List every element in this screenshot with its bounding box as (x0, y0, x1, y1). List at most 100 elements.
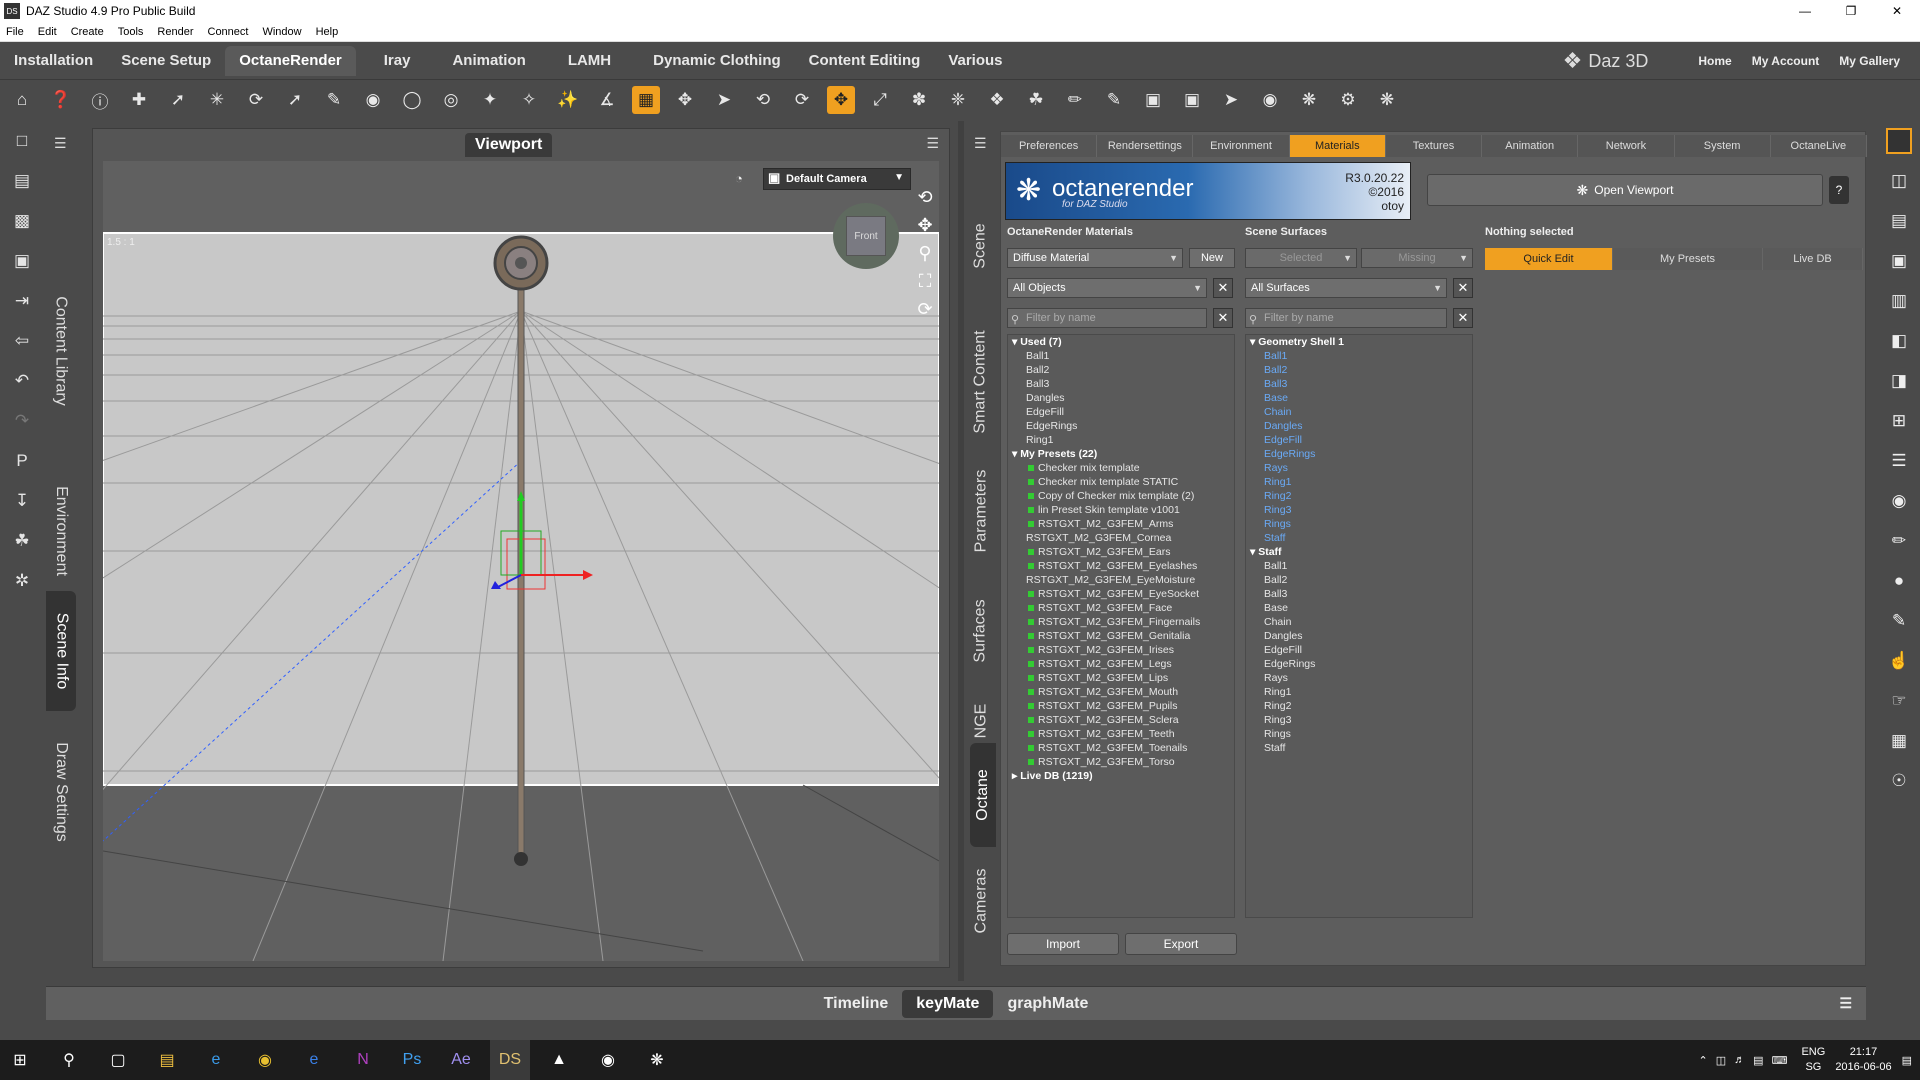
frame-icon[interactable]: ⛶ (915, 271, 935, 299)
reset-view-icon[interactable]: ⟳ (915, 299, 935, 327)
tree-item[interactable]: Ball3 (1008, 377, 1234, 391)
tab-cameras[interactable]: Cameras (966, 841, 996, 961)
morph-icon[interactable]: ❈ (944, 86, 972, 114)
tree-item[interactable]: Ball1 (1008, 349, 1234, 363)
brush-tool-icon[interactable]: ✏ (1878, 521, 1920, 561)
tree-item[interactable]: Dangles (1008, 391, 1234, 405)
material-name-filter[interactable]: ⚲ Filter by name (1007, 308, 1207, 328)
menu-edit[interactable]: Edit (31, 26, 64, 38)
viewport-menu-icon[interactable]: ☰ (926, 135, 939, 152)
notification-icon[interactable]: ▤ (1753, 1054, 1763, 1067)
layout-tab-octanerender[interactable]: OctaneRender (225, 45, 356, 76)
universal-tool-icon[interactable]: ✥ (671, 86, 699, 114)
photoshop-icon[interactable]: Ps (392, 1040, 432, 1080)
tree-item[interactable]: RSTGXT_M2_G3FEM_Teeth (1008, 727, 1234, 741)
spot-render-icon[interactable]: ✧ (515, 86, 543, 114)
search-icon[interactable]: ⚲ (49, 1040, 89, 1080)
surface-name-filter[interactable]: ⚲ Filter by name (1245, 308, 1447, 328)
pan-icon[interactable]: ✥ (915, 215, 935, 243)
save-icon[interactable]: ▣ (0, 241, 44, 281)
tab-octanelive[interactable]: OctaneLive (1771, 135, 1867, 157)
tree-item[interactable]: Chain (1246, 405, 1472, 419)
tree-item[interactable]: RSTGXT_M2_G3FEM_Sclera (1008, 713, 1234, 727)
zoom-icon[interactable]: ⚲ (915, 243, 935, 271)
pose-tool-icon[interactable]: ✎ (320, 86, 348, 114)
tab-rendersettings[interactable]: Rendersettings (1097, 135, 1194, 157)
onenote-icon[interactable]: N (343, 1040, 383, 1080)
region-tool-icon[interactable]: ◯ (398, 86, 426, 114)
tree-item[interactable]: RSTGXT_M2_G3FEM_Cornea (1008, 531, 1234, 545)
ie-icon[interactable]: e (196, 1040, 236, 1080)
tree-item[interactable]: RSTGXT_M2_G3FEM_EyeSocket (1008, 587, 1234, 601)
surface-tool-icon[interactable]: ◎ (437, 86, 465, 114)
tree-item[interactable]: Dangles (1246, 629, 1472, 643)
tree-item[interactable]: RSTGXT_M2_G3FEM_Pupils (1008, 699, 1234, 713)
render-camera-icon[interactable]: ◉ (1256, 86, 1284, 114)
quad-view-icon[interactable]: ⊞ (1878, 401, 1920, 441)
scale-icon[interactable]: ⤢ (866, 86, 894, 114)
pose-hand-alt-icon[interactable]: ☞ (1878, 681, 1920, 721)
link-my-account[interactable]: My Account (1752, 54, 1820, 68)
tree-item[interactable]: Staff (1246, 531, 1472, 545)
tree-item[interactable]: EdgeRings (1246, 657, 1472, 671)
list-view-icon[interactable]: ▦ (1878, 721, 1920, 761)
tree-item[interactable]: Ball2 (1246, 363, 1472, 377)
pane-menu-icon[interactable]: ☰ (974, 135, 987, 152)
tab-system[interactable]: System (1675, 135, 1771, 157)
tree-item[interactable]: EdgeRings (1008, 419, 1234, 433)
tree-item[interactable]: Base (1246, 391, 1472, 405)
export-icon[interactable]: ⇦ (0, 321, 44, 361)
clear-surface-name-icon[interactable]: ✕ (1453, 308, 1473, 328)
geometry-tool-icon[interactable]: ◉ (359, 86, 387, 114)
app-icon-b[interactable]: ◉ (588, 1040, 628, 1080)
split-left-icon[interactable]: ◧ (1878, 321, 1920, 361)
tree-group[interactable]: ▸ Live DB (1219) (1008, 769, 1234, 783)
new-figure-icon[interactable]: ✚ (125, 86, 153, 114)
chrome-icon[interactable]: ◉ (245, 1040, 285, 1080)
tree-item[interactable]: Ring2 (1246, 489, 1472, 503)
layout-tab-content-editing[interactable]: Content Editing (795, 46, 935, 76)
measure-icon[interactable]: ∡ (593, 86, 621, 114)
tree-item[interactable]: Staff (1246, 741, 1472, 755)
tree-item[interactable]: Copy of Checker mix template (2) (1008, 489, 1234, 503)
tree-item[interactable]: EdgeFill (1246, 643, 1472, 657)
app-icon-c[interactable]: ❋ (637, 1040, 677, 1080)
paint-icon[interactable]: ▣ (1139, 86, 1167, 114)
file-explorer-icon[interactable]: ▤ (147, 1040, 187, 1080)
open-icon[interactable]: ▤ (0, 161, 44, 201)
surfaces-tree[interactable]: ▾ Geometry Shell 1 Ball1 Ball2 Ball3 Base Cha… (1245, 334, 1473, 918)
tree-item[interactable]: RSTGXT_M2_G3FEM_Lips (1008, 671, 1234, 685)
collapse-arrow-icon[interactable]: ▾ (1012, 336, 1020, 348)
octane-icon[interactable]: ❋ (1295, 86, 1323, 114)
edit-tool-icon[interactable]: ✎ (1878, 601, 1920, 641)
layout-tab-lamh[interactable]: LAMH (554, 46, 625, 76)
link-home[interactable]: Home (1698, 54, 1731, 68)
tree-item[interactable]: Rays (1246, 671, 1472, 685)
tree-item[interactable]: Ball2 (1246, 573, 1472, 587)
export-icon[interactable]: ❋ (1373, 86, 1401, 114)
home-icon[interactable]: ⌂ (8, 86, 36, 114)
link-my-gallery[interactable]: My Gallery (1839, 54, 1900, 68)
menu-render[interactable]: Render (150, 26, 200, 38)
settings-icon[interactable]: ⚙ (1334, 86, 1362, 114)
tree-group[interactable]: ▾ Geometry Shell 1 (1246, 335, 1472, 349)
tab-content-library[interactable]: Content Library (46, 271, 76, 431)
tree-item[interactable]: RSTGXT_M2_G3FEM_Eyelashes (1008, 559, 1234, 573)
transform-icon[interactable]: ✨ (554, 86, 582, 114)
tab-surfaces[interactable]: Surfaces (966, 571, 996, 691)
tab-smart-content[interactable]: Smart Content (966, 307, 996, 457)
tree-item[interactable]: Chain (1246, 615, 1472, 629)
tab-octane[interactable]: Octane (970, 743, 996, 847)
pane-divider[interactable] (958, 121, 964, 981)
brush-icon[interactable]: ✎ (1100, 86, 1128, 114)
tab-scene-info[interactable]: Scene Info (46, 591, 76, 711)
pointer-icon[interactable]: ➤ (710, 86, 738, 114)
pose-figure-icon[interactable]: ✲ (0, 561, 44, 601)
menu-file[interactable]: File (0, 26, 31, 38)
node-select-icon[interactable]: ➚ (164, 86, 192, 114)
material-type-select[interactable]: Diffuse Material ▼ (1007, 248, 1183, 268)
start-icon[interactable]: ⊞ (0, 1040, 40, 1080)
split-horizontal-icon[interactable]: ▤ (1878, 201, 1920, 241)
collapse-arrow-icon[interactable]: ▾ (1250, 546, 1258, 558)
clear-surfaces-filter-icon[interactable]: ✕ (1453, 278, 1473, 298)
